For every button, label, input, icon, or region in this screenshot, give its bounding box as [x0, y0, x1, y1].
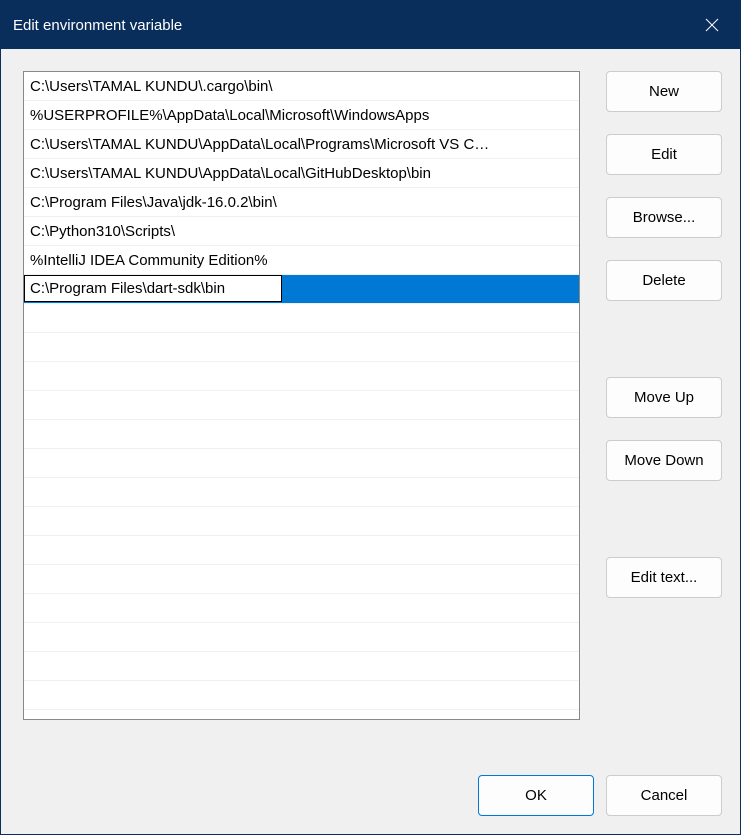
close-icon	[705, 18, 719, 32]
dialog-title: Edit environment variable	[13, 17, 182, 34]
dialog-footer: OK Cancel	[1, 775, 740, 834]
list-item[interactable]	[24, 536, 579, 565]
list-item[interactable]	[24, 333, 579, 362]
list-item[interactable]: C:\Users\TAMAL KUNDU\AppData\Local\Progr…	[24, 130, 579, 159]
edit-button[interactable]: Edit	[606, 134, 722, 175]
path-listbox[interactable]: C:\Users\TAMAL KUNDU\.cargo\bin\%USERPRO…	[23, 71, 580, 720]
move-up-button[interactable]: Move Up	[606, 377, 722, 418]
move-down-button[interactable]: Move Down	[606, 440, 722, 481]
cancel-button[interactable]: Cancel	[606, 775, 722, 816]
list-item[interactable]: C:\Program Files\Java\jdk-16.0.2\bin\	[24, 188, 579, 217]
ok-button[interactable]: OK	[478, 775, 594, 816]
list-item[interactable]: C:\Users\TAMAL KUNDU\AppData\Local\GitHu…	[24, 159, 579, 188]
list-item[interactable]	[24, 681, 579, 710]
list-item[interactable]	[24, 304, 579, 333]
delete-button[interactable]: Delete	[606, 260, 722, 301]
list-item[interactable]	[24, 362, 579, 391]
close-button[interactable]	[684, 1, 740, 49]
list-item[interactable]: %USERPROFILE%\AppData\Local\Microsoft\Wi…	[24, 101, 579, 130]
list-item[interactable]	[24, 478, 579, 507]
list-item[interactable]	[24, 420, 579, 449]
list-item[interactable]: %IntelliJ IDEA Community Edition%	[24, 246, 579, 275]
list-item[interactable]: C:\Users\TAMAL KUNDU\.cargo\bin\	[24, 72, 579, 101]
list-item[interactable]	[24, 565, 579, 594]
edit-text-button[interactable]: Edit text...	[606, 557, 722, 598]
list-item[interactable]	[24, 507, 579, 536]
path-edit-input[interactable]	[24, 275, 282, 302]
list-item[interactable]	[24, 275, 579, 304]
side-button-panel: New Edit Browse... Delete Move Up Move D…	[606, 71, 722, 757]
list-item[interactable]	[24, 623, 579, 652]
titlebar: Edit environment variable	[1, 1, 740, 49]
list-item[interactable]	[24, 449, 579, 478]
list-item[interactable]	[24, 652, 579, 681]
list-item[interactable]	[24, 594, 579, 623]
list-item[interactable]: C:\Python310\Scripts\	[24, 217, 579, 246]
edit-env-variable-dialog: Edit environment variable C:\Users\TAMAL…	[0, 0, 741, 835]
new-button[interactable]: New	[606, 71, 722, 112]
list-item[interactable]	[24, 391, 579, 420]
dialog-content: C:\Users\TAMAL KUNDU\.cargo\bin\%USERPRO…	[1, 49, 740, 775]
browse-button[interactable]: Browse...	[606, 197, 722, 238]
